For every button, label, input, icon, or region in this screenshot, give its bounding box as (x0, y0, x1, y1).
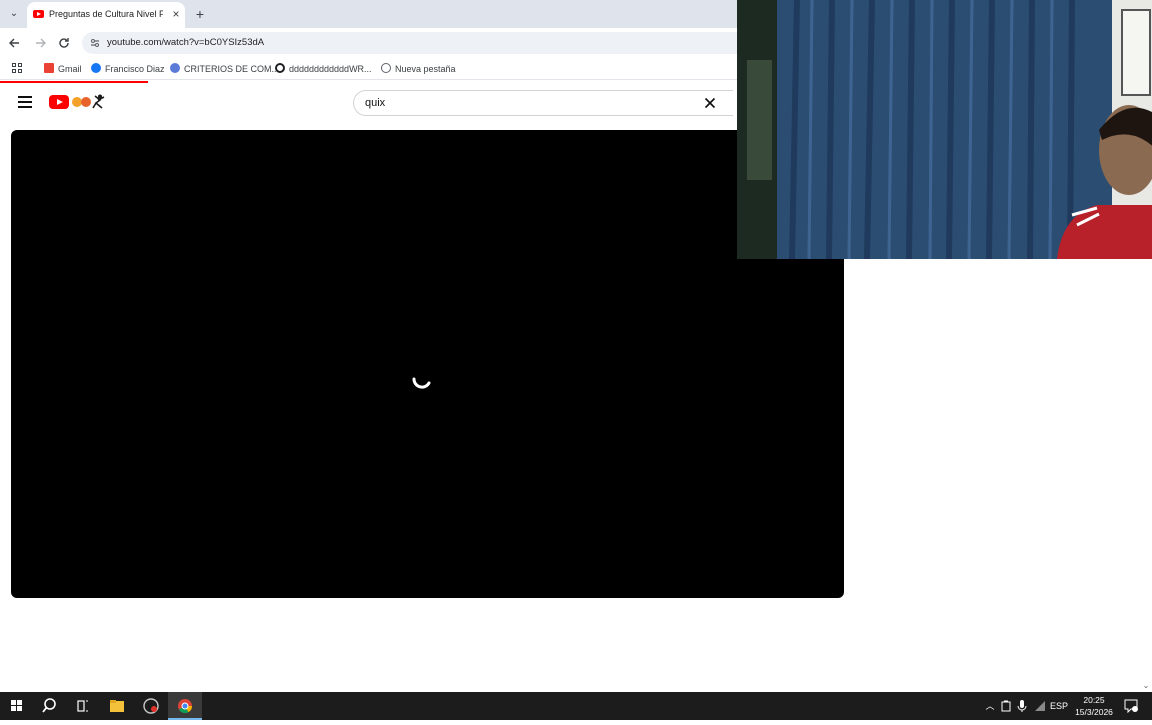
webcam-overlay (737, 0, 1152, 259)
youtube-play-logo-icon (49, 95, 69, 109)
clock-date: 15/3/2026 (1075, 707, 1113, 717)
search-query-text: quix (365, 97, 386, 109)
site-icon (275, 63, 285, 73)
bookmark-criterios[interactable]: CRITERIOS DE COM... (170, 62, 279, 76)
url-text: youtube.com/watch?v=bC0YSIz53dA (107, 37, 265, 48)
apps-grid-icon[interactable] (12, 63, 24, 75)
task-view-icon[interactable] (66, 692, 100, 720)
app-icon[interactable] (134, 692, 168, 720)
facebook-icon (91, 63, 101, 73)
page-load-progress-bar (0, 81, 148, 83)
loading-spinner-icon (412, 377, 431, 389)
show-hidden-icons-chevron-icon[interactable]: ︿ (984, 699, 996, 713)
chrome-icon[interactable] (168, 692, 202, 720)
site-icon (170, 63, 180, 73)
start-icon[interactable] (0, 692, 34, 720)
webcam-image (737, 0, 1152, 259)
microphone-icon[interactable] (1016, 699, 1028, 713)
file-explorer-icon[interactable] (100, 692, 134, 720)
reload-icon[interactable] (56, 35, 72, 51)
youtube-favicon-icon (33, 10, 44, 18)
tab-close-icon[interactable]: × (169, 7, 183, 21)
search-icon[interactable] (33, 692, 67, 720)
new-tab-button[interactable]: + (192, 6, 208, 22)
language-indicator[interactable]: ESP (1050, 699, 1068, 713)
globe-icon (381, 63, 391, 73)
tab-search-chevron-icon[interactable]: ⌄ (6, 6, 22, 22)
gmail-icon (44, 63, 54, 73)
scroll-down-arrow-icon[interactable]: ⌄ (1141, 681, 1151, 691)
bookmark-francisco-diaz[interactable]: Francisco Diaz (91, 62, 165, 76)
bookmark-nueva-pestana[interactable]: Nueva pestaña (381, 62, 456, 76)
taskbar: ︿ ESP 20:25 15/3/2026 (0, 692, 1152, 720)
bookmark-dddd[interactable]: ddddddddddddWR... (275, 62, 372, 76)
video-player[interactable] (11, 130, 844, 598)
browser-tab[interactable]: Preguntas de Cultura Nivel Prin × (27, 2, 185, 28)
youtube-doodle-icon (72, 94, 105, 109)
clock-time: 20:25 (1083, 695, 1105, 705)
tab-title: Preguntas de Cultura Nivel Prin (49, 9, 163, 19)
clock[interactable]: 20:25 15/3/2026 (1070, 694, 1118, 718)
menu-icon[interactable] (18, 96, 32, 108)
forward-icon[interactable] (32, 35, 48, 51)
back-icon[interactable] (7, 35, 23, 51)
notifications-icon[interactable] (1123, 699, 1139, 714)
bookmark-gmail[interactable]: Gmail (44, 62, 82, 76)
clear-search-icon[interactable] (702, 95, 718, 111)
search-input[interactable]: quix (353, 90, 733, 116)
battery-icon[interactable] (1000, 699, 1012, 713)
youtube-logo[interactable] (49, 94, 109, 110)
network-icon[interactable] (1033, 699, 1047, 713)
site-info-icon[interactable] (88, 36, 102, 50)
